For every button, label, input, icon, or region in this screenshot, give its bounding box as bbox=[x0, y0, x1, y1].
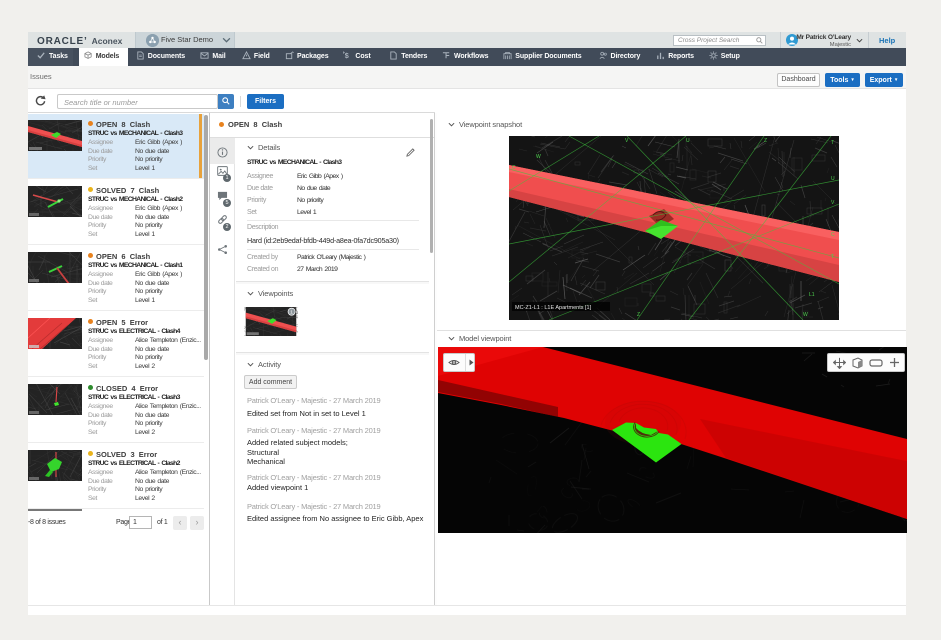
svg-text:U: U bbox=[831, 176, 835, 182]
svg-text:Z: Z bbox=[764, 138, 767, 144]
svg-text:MC-Z1-L1 : L1E Apartments [1]: MC-Z1-L1 : L1E Apartments [1] bbox=[515, 305, 592, 311]
svg-text:T: T bbox=[831, 254, 834, 260]
svg-text:C: C bbox=[831, 232, 835, 238]
svg-text:T: T bbox=[831, 140, 834, 146]
svg-text:U: U bbox=[686, 138, 690, 144]
svg-text:W: W bbox=[803, 312, 808, 318]
svg-text:L1: L1 bbox=[809, 292, 815, 298]
svg-text:Z: Z bbox=[637, 312, 640, 318]
svg-text:$: $ bbox=[345, 51, 349, 60]
svg-text:1: 1 bbox=[290, 310, 293, 315]
svg-text:W: W bbox=[536, 154, 541, 160]
svg-text:C: C bbox=[512, 165, 516, 171]
